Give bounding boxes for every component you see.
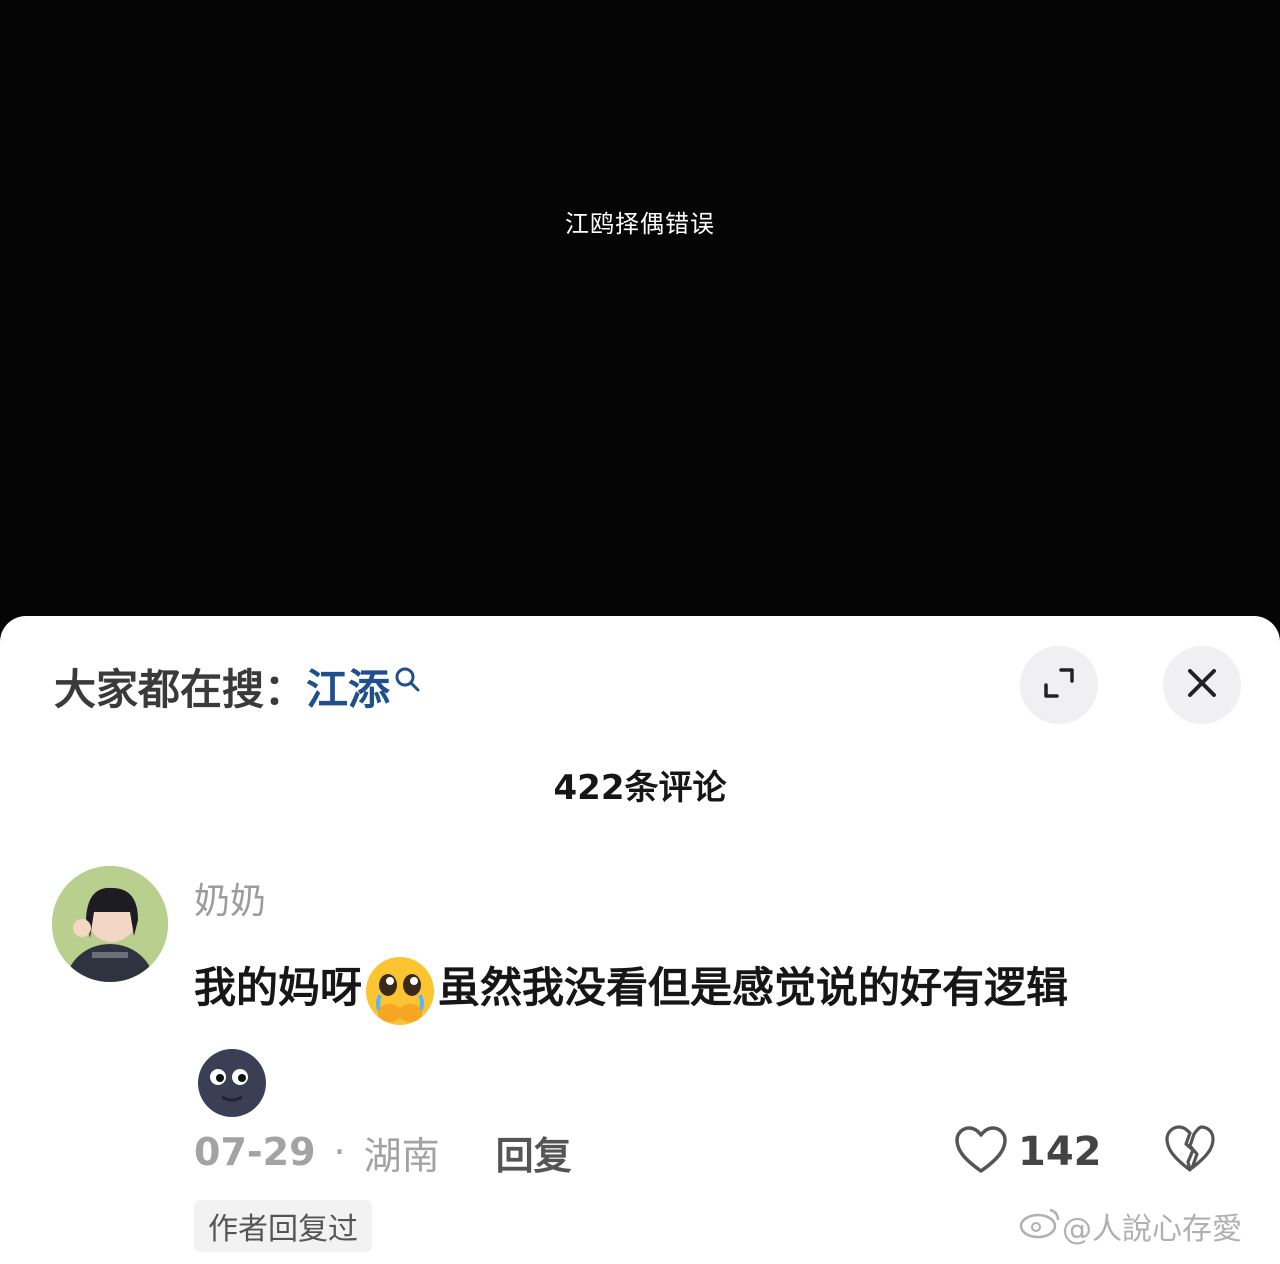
comment-count-title: 422条评论 bbox=[553, 768, 727, 808]
comment-date: 07-29 bbox=[194, 1130, 316, 1174]
search-suggestion-term[interactable]: 江添 bbox=[306, 656, 390, 717]
like-button[interactable]: 142 bbox=[954, 1122, 1102, 1182]
video-player[interactable]: 江鸥择偶错误 bbox=[0, 0, 1280, 620]
new-moon-face-emoji-icon bbox=[194, 1045, 270, 1121]
comment-text: 我的妈呀 虽然我没看但是感觉说的好有逻辑 bbox=[194, 942, 1214, 1126]
watermark: @人說心存愛 bbox=[1018, 1204, 1242, 1248]
comment-text-part2: 虽然我没看但是感觉说的好有逻辑 bbox=[438, 963, 1069, 1012]
expand-icon bbox=[1041, 665, 1077, 705]
comment-text-part1: 我的妈呀 bbox=[194, 963, 363, 1012]
search-suggestion-prefix: 大家都在搜： bbox=[54, 664, 307, 714]
video-caption: 江鸥择偶错误 bbox=[565, 210, 715, 238]
comment-location: 湖南 bbox=[363, 1133, 440, 1178]
expand-button[interactable] bbox=[1020, 646, 1098, 724]
pleading-face-emoji-icon bbox=[362, 953, 438, 1029]
broken-heart-icon bbox=[1164, 1125, 1216, 1178]
search-icon bbox=[394, 653, 420, 702]
comments-sheet: 大家都在搜： 江添 422条评论 奶奶 我的妈呀 虽然我没看但是感觉说的好有逻辑… bbox=[0, 616, 1280, 1264]
weibo-logo-icon bbox=[1018, 1204, 1062, 1248]
meta-separator: · bbox=[333, 1130, 346, 1174]
close-button[interactable] bbox=[1163, 646, 1241, 724]
like-count: 142 bbox=[1018, 1129, 1102, 1175]
close-icon bbox=[1185, 666, 1219, 704]
search-suggestion[interactable]: 大家都在搜： 江添 bbox=[54, 656, 420, 716]
comment-meta: 07-29 · 湖南 回复 bbox=[194, 1124, 572, 1180]
reply-button[interactable]: 回复 bbox=[496, 1125, 572, 1180]
dislike-button[interactable] bbox=[1164, 1124, 1216, 1178]
comment-username[interactable]: 奶奶 bbox=[194, 872, 266, 924]
author-replied-badge: 作者回复过 bbox=[194, 1200, 372, 1252]
avatar[interactable] bbox=[52, 866, 168, 982]
watermark-text: @人說心存愛 bbox=[1062, 1212, 1242, 1247]
heart-outline-icon bbox=[954, 1125, 1008, 1179]
